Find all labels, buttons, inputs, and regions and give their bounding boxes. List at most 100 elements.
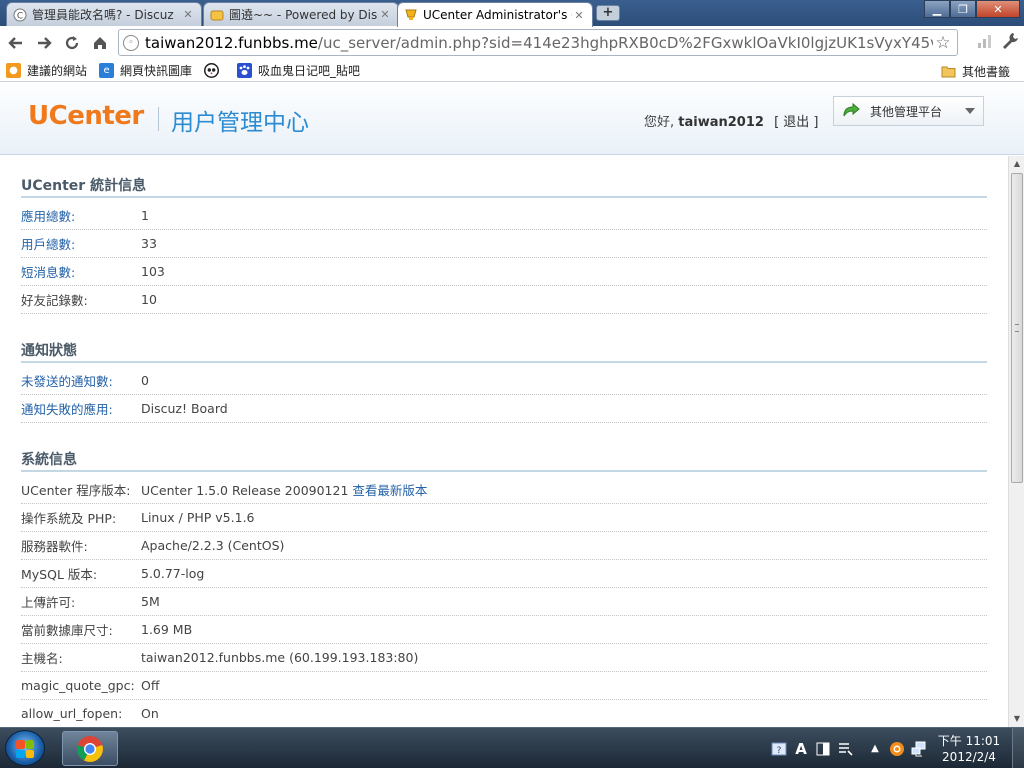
- sys-value: 1.69 MB: [141, 622, 193, 637]
- sys-value: 5.0.77-log: [141, 566, 205, 581]
- scrollbar-thumb[interactable]: [1011, 173, 1023, 483]
- show-hidden-icons-icon[interactable]: ▲: [866, 740, 884, 758]
- forward-arrow-icon[interactable]: [30, 29, 58, 57]
- maximize-icon[interactable]: ❐: [950, 0, 976, 18]
- table-row: UCenter 程序版本: UCenter 1.5.0 Release 2009…: [21, 476, 987, 504]
- svg-text:?: ?: [777, 746, 782, 756]
- bookmark-suggested-sites[interactable]: ● 建議的網站: [0, 60, 93, 82]
- reload-icon[interactable]: [58, 29, 86, 57]
- other-platforms-dropdown[interactable]: 其他管理平台: [833, 96, 984, 126]
- bookmark-label: 吸血鬼日记吧_貼吧: [258, 64, 361, 78]
- url-host: taiwan2012.funbbs.me: [145, 33, 318, 52]
- sys-value: taiwan2012.funbbs.me (60.199.193.183:80): [141, 650, 419, 665]
- sys-value: On: [141, 706, 159, 721]
- url-path: /uc_server/admin.php?sid=414e23hghpRXB0c…: [317, 33, 933, 52]
- greeting-prefix: 您好,: [644, 115, 675, 130]
- bookmark-web-slice-gallery[interactable]: e 網頁快訊圖庫: [93, 60, 198, 82]
- check-latest-version-link[interactable]: 查看最新版本: [352, 483, 427, 498]
- new-tab-button[interactable]: +: [596, 5, 620, 21]
- table-row: allow_url_fopen: On: [21, 700, 987, 727]
- sys-value: 5M: [141, 594, 160, 609]
- tab-title: 管理員能改名嗎? - Discuz: [32, 8, 174, 22]
- stat-label-users[interactable]: 用戶總數:: [21, 234, 141, 253]
- stat-value: 103: [141, 264, 165, 279]
- bookmark-panda[interactable]: [198, 60, 231, 82]
- language-bar-icon[interactable]: ?: [770, 740, 788, 758]
- table-row: 應用總數: 1: [21, 202, 987, 230]
- ime-options-icon[interactable]: [836, 740, 854, 758]
- sys-label: allow_url_fopen:: [21, 706, 123, 721]
- ucenter-logo[interactable]: UCenter: [28, 101, 144, 131]
- tab-ucenter-admin[interactable]: UCenter Administrator's C ✕: [397, 2, 593, 27]
- bookmark-label: 網頁快訊圖庫: [120, 64, 193, 78]
- browser-toolbar: ◦ taiwan2012.funbbs.me/uc_server/admin.p…: [0, 26, 1024, 60]
- system-clock[interactable]: 下午 11:01 2012/2/4: [930, 733, 1008, 765]
- platform-menu-label: 其他管理平台: [870, 104, 943, 119]
- green-arrow-icon: [842, 102, 860, 121]
- section-title-system: 系統信息: [21, 442, 987, 472]
- stat-label-apps[interactable]: 應用總數:: [21, 206, 141, 225]
- ime-font-icon[interactable]: A: [792, 740, 810, 758]
- tab-close-icon[interactable]: ✕: [378, 8, 392, 21]
- table-row: MySQL 版本: 5.0.77-log: [21, 560, 987, 588]
- table-row: 用戶總數: 33: [21, 230, 987, 258]
- sys-value: Off: [141, 678, 160, 693]
- tab-close-icon[interactable]: ✕: [181, 8, 195, 21]
- window-close-icon[interactable]: ✕: [976, 0, 1020, 18]
- other-bookmarks-folder[interactable]: 其他書籤: [935, 60, 1016, 82]
- logout-link[interactable]: [ 退出 ]: [774, 115, 818, 130]
- tab-forum[interactable]: 圖遶~~ - Powered by Disc ✕: [203, 2, 399, 26]
- notify-label-pending[interactable]: 未發送的通知數:: [21, 371, 141, 390]
- bookmark-star-icon[interactable]: ☆: [933, 33, 953, 53]
- table-row: 未發送的通知數: 0: [21, 367, 987, 395]
- windows-start-button[interactable]: [5, 730, 45, 766]
- avast-icon[interactable]: [888, 740, 906, 758]
- scroll-grip-icon: [1015, 324, 1019, 332]
- table-row: 短消息數: 103: [21, 258, 987, 286]
- section-title-stats: UCenter 統計信息: [21, 168, 987, 198]
- chrome-logo-icon: [76, 735, 103, 762]
- other-bookmarks-label: 其他書籤: [961, 64, 1010, 79]
- tab-close-icon[interactable]: ✕: [572, 9, 586, 22]
- forum-favicon-icon: [210, 8, 224, 22]
- sys-label: 主機名:: [21, 651, 63, 666]
- sys-label: MySQL 版本:: [21, 567, 98, 582]
- signal-extension-icon[interactable]: [976, 33, 994, 52]
- network-icon[interactable]: [910, 740, 928, 758]
- table-row: 當前數據庫尺寸: 1.69 MB: [21, 616, 987, 644]
- clock-date: 2012/2/4: [942, 749, 996, 764]
- sys-label: 當前數據庫尺寸:: [21, 623, 113, 638]
- sys-label: 服務器軟件:: [21, 539, 88, 554]
- clock-time: 下午 11:01: [937, 733, 1001, 748]
- home-icon[interactable]: [86, 29, 114, 57]
- table-row: 通知失敗的應用: Discuz! Board: [21, 395, 987, 423]
- ime-half-width-icon[interactable]: [814, 740, 832, 758]
- vertical-scrollbar[interactable]: ▲ ▼: [1008, 156, 1024, 727]
- folder-icon: [941, 64, 956, 79]
- page-info-icon[interactable]: ◦: [123, 34, 139, 51]
- windows-taskbar: ? A ▲ 下午 11:01 2012/2/4: [0, 727, 1024, 768]
- baidu-paw-icon: [237, 63, 253, 78]
- taskbar-chrome-button[interactable]: [62, 731, 118, 766]
- sys-label: 上傳許可:: [21, 595, 76, 610]
- bookmark-vampire-diaries-tieba[interactable]: 吸血鬼日记吧_貼吧: [231, 60, 366, 82]
- window-controls: ▁ ❐ ✕: [924, 0, 1020, 18]
- notify-value: 0: [141, 373, 149, 388]
- back-arrow-icon[interactable]: [2, 29, 30, 57]
- username: taiwan2012: [678, 115, 764, 130]
- tab-discuz-rename[interactable]: C 管理員能改名嗎? - Discuz ✕: [6, 2, 202, 26]
- stat-value: 33: [141, 236, 157, 251]
- show-desktop-button[interactable]: [1012, 728, 1024, 768]
- minimize-icon[interactable]: ▁: [924, 0, 950, 18]
- bookmarks-bar: ● 建議的網站 e 網頁快訊圖庫 吸血鬼日记吧_貼吧 其他書籤: [0, 60, 1024, 82]
- wrench-menu-icon[interactable]: [1000, 31, 1020, 54]
- scroll-down-icon[interactable]: ▼: [1009, 711, 1024, 727]
- ucenter-header: UCenter 用户管理中心 您好, taiwan2012 [ 退出 ] 其他管…: [0, 83, 1024, 155]
- scroll-up-icon[interactable]: ▲: [1009, 156, 1024, 172]
- address-bar[interactable]: ◦ taiwan2012.funbbs.me/uc_server/admin.p…: [118, 29, 958, 56]
- logo-divider: [158, 107, 159, 131]
- stat-label-messages[interactable]: 短消息數:: [21, 262, 141, 281]
- notify-label-failed-apps[interactable]: 通知失敗的應用:: [21, 399, 141, 418]
- url-text[interactable]: taiwan2012.funbbs.me/uc_server/admin.php…: [145, 34, 933, 52]
- tab-title: 圖遶~~ - Powered by Disc: [229, 8, 378, 22]
